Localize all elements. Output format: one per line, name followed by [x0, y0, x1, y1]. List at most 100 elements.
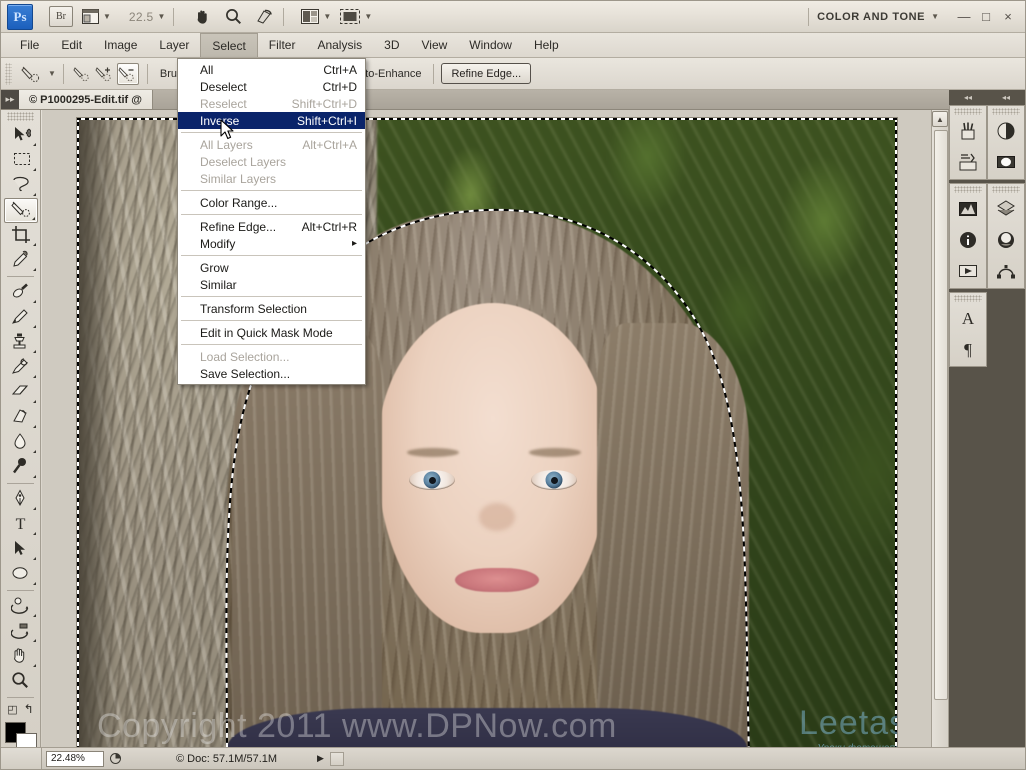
tool-flyout-triangle-icon[interactable]: [30, 400, 36, 403]
workspace-caret-icon[interactable]: ▼: [931, 12, 939, 21]
menu-option-modify[interactable]: Modify ▸: [178, 235, 365, 252]
ellipse-shape-tool[interactable]: [4, 562, 38, 587]
eyedropper-tool[interactable]: [4, 248, 38, 273]
menu-item-window[interactable]: Window: [458, 33, 523, 57]
menu-item-3d[interactable]: 3D: [373, 33, 410, 57]
rectangular-marquee-tool[interactable]: [4, 148, 38, 173]
panel-group-grip[interactable]: [954, 295, 982, 302]
hand-tool-icon[interactable]: [191, 6, 213, 28]
dodge-tool[interactable]: [4, 455, 38, 480]
select-menu-dropdown[interactable]: All Ctrl+A Deselect Ctrl+D Reselect Shift+Ctr…: [177, 58, 366, 385]
view-zoom-value[interactable]: 22.5: [129, 10, 154, 24]
3d-camera-rotate-tool[interactable]: [4, 619, 38, 644]
workspace-switcher[interactable]: COLOR AND TONE: [817, 11, 927, 23]
paragraph-icon[interactable]: ¶: [952, 335, 984, 365]
tool-flyout-triangle-icon[interactable]: [30, 325, 36, 328]
tool-flyout-triangle-icon[interactable]: [30, 425, 36, 428]
bridge-icon[interactable]: Br: [49, 6, 73, 27]
zoom-percent-field[interactable]: 22.48%: [46, 750, 104, 767]
active-tool-icon[interactable]: [18, 62, 44, 86]
scrollbar-thumb[interactable]: [934, 130, 948, 700]
masks-icon[interactable]: [990, 148, 1022, 178]
history-brush-tool[interactable]: [4, 355, 38, 380]
menu-item-help[interactable]: Help: [523, 33, 570, 57]
tool-flyout-triangle-icon[interactable]: [30, 350, 36, 353]
add-to-selection-mode-button[interactable]: [94, 63, 116, 85]
tool-flyout-triangle-icon[interactable]: [30, 375, 36, 378]
pen-tool[interactable]: [4, 487, 38, 512]
menu-option-grow[interactable]: Grow: [178, 259, 365, 276]
tool-preset-caret-icon[interactable]: ▼: [48, 69, 56, 78]
options-bar-grip[interactable]: [5, 62, 12, 85]
screen-mode-caret-icon[interactable]: ▼: [364, 12, 372, 21]
menu-option-edit-in-quick-mask-mode[interactable]: Edit in Quick Mask Mode: [178, 324, 365, 341]
paths-icon[interactable]: [990, 257, 1022, 287]
maximize-button[interactable]: □: [975, 9, 997, 24]
tab-bar-grip[interactable]: ▸▸: [1, 90, 19, 109]
tool-flyout-triangle-icon[interactable]: [30, 268, 36, 271]
tool-flyout-triangle-icon[interactable]: [30, 507, 36, 510]
rotate-view-tool-icon[interactable]: [253, 6, 275, 28]
document-tab[interactable]: © P1000295-Edit.tif @: [19, 90, 153, 109]
tool-flyout-triangle-icon[interactable]: [30, 582, 36, 585]
tool-flyout-triangle-icon[interactable]: [30, 143, 36, 146]
gradient-tool[interactable]: [4, 405, 38, 430]
tool-flyout-triangle-icon[interactable]: [30, 475, 36, 478]
panel-group-grip[interactable]: [992, 186, 1020, 193]
menu-item-file[interactable]: File: [9, 33, 50, 57]
toolbox-grip[interactable]: [7, 112, 34, 121]
lasso-tool[interactable]: [4, 173, 38, 198]
info-icon[interactable]: [952, 226, 984, 256]
dock-collapse-left[interactable]: ◂◂: [949, 90, 987, 105]
menu-option-all[interactable]: All Ctrl+A: [178, 61, 365, 78]
quick-selection-tool[interactable]: [3, 198, 38, 223]
screen-mode-icon[interactable]: ▼: [340, 6, 372, 28]
actions-icon[interactable]: [952, 257, 984, 287]
zoom-caret-icon[interactable]: ▼: [157, 12, 165, 21]
menu-option-save-selection[interactable]: Save Selection...: [178, 365, 365, 382]
menu-option-inverse[interactable]: Inverse Shift+Ctrl+I: [178, 112, 365, 129]
scroll-up-arrow[interactable]: ▲: [932, 111, 948, 127]
histogram-icon[interactable]: [952, 195, 984, 225]
3d-object-rotate-tool[interactable]: [4, 594, 38, 619]
minimize-button[interactable]: —: [953, 9, 975, 24]
tool-flyout-triangle-icon[interactable]: [30, 664, 36, 667]
tool-flyout-triangle-icon[interactable]: [29, 217, 35, 220]
menu-option-similar[interactable]: Similar: [178, 276, 365, 293]
path-selection-tool[interactable]: [4, 537, 38, 562]
photoshop-logo-icon[interactable]: Ps: [7, 3, 33, 30]
canvas-vertical-scrollbar[interactable]: ▲: [931, 110, 949, 747]
menu-item-filter[interactable]: Filter: [258, 33, 307, 57]
menu-option-transform-selection[interactable]: Transform Selection: [178, 300, 365, 317]
menu-option-refine-edge[interactable]: Refine Edge... Alt+Ctrl+R: [178, 218, 365, 235]
clone-stamp-tool[interactable]: [4, 330, 38, 355]
adjustments-icon[interactable]: [990, 117, 1022, 147]
tool-flyout-triangle-icon[interactable]: [30, 639, 36, 642]
channels-icon[interactable]: [990, 226, 1022, 256]
zoom-tool-icon[interactable]: [222, 6, 244, 28]
mini-bridge-icon[interactable]: ▼: [82, 6, 111, 28]
panel-group-grip[interactable]: [954, 108, 982, 115]
character-icon[interactable]: A: [952, 304, 984, 334]
type-tool[interactable]: T: [4, 512, 38, 537]
new-selection-mode-button[interactable]: [71, 63, 93, 85]
dock-collapse-right[interactable]: ◂◂: [987, 90, 1025, 105]
menu-item-analysis[interactable]: Analysis: [306, 33, 373, 57]
menu-item-edit[interactable]: Edit: [50, 33, 93, 57]
status-resize-grip[interactable]: [329, 751, 344, 766]
swap-colors-icon[interactable]: ↰: [24, 702, 34, 716]
menu-item-select[interactable]: Select: [200, 33, 258, 57]
menu-item-layer[interactable]: Layer: [148, 33, 200, 57]
brush-tool[interactable]: [4, 305, 38, 330]
tool-flyout-triangle-icon[interactable]: [30, 450, 36, 453]
mini-bridge-caret-icon[interactable]: ▼: [103, 12, 111, 21]
crop-tool[interactable]: [4, 223, 38, 248]
zoom-tool[interactable]: [4, 669, 38, 694]
tool-flyout-triangle-icon[interactable]: [30, 300, 36, 303]
spot-healing-brush-tool[interactable]: [4, 280, 38, 305]
menu-item-image[interactable]: Image: [93, 33, 148, 57]
panel-group-grip[interactable]: [954, 186, 982, 193]
subtract-from-selection-mode-button[interactable]: [116, 62, 139, 85]
brush-panel-icon[interactable]: [952, 148, 984, 178]
move-tool[interactable]: [4, 123, 38, 148]
